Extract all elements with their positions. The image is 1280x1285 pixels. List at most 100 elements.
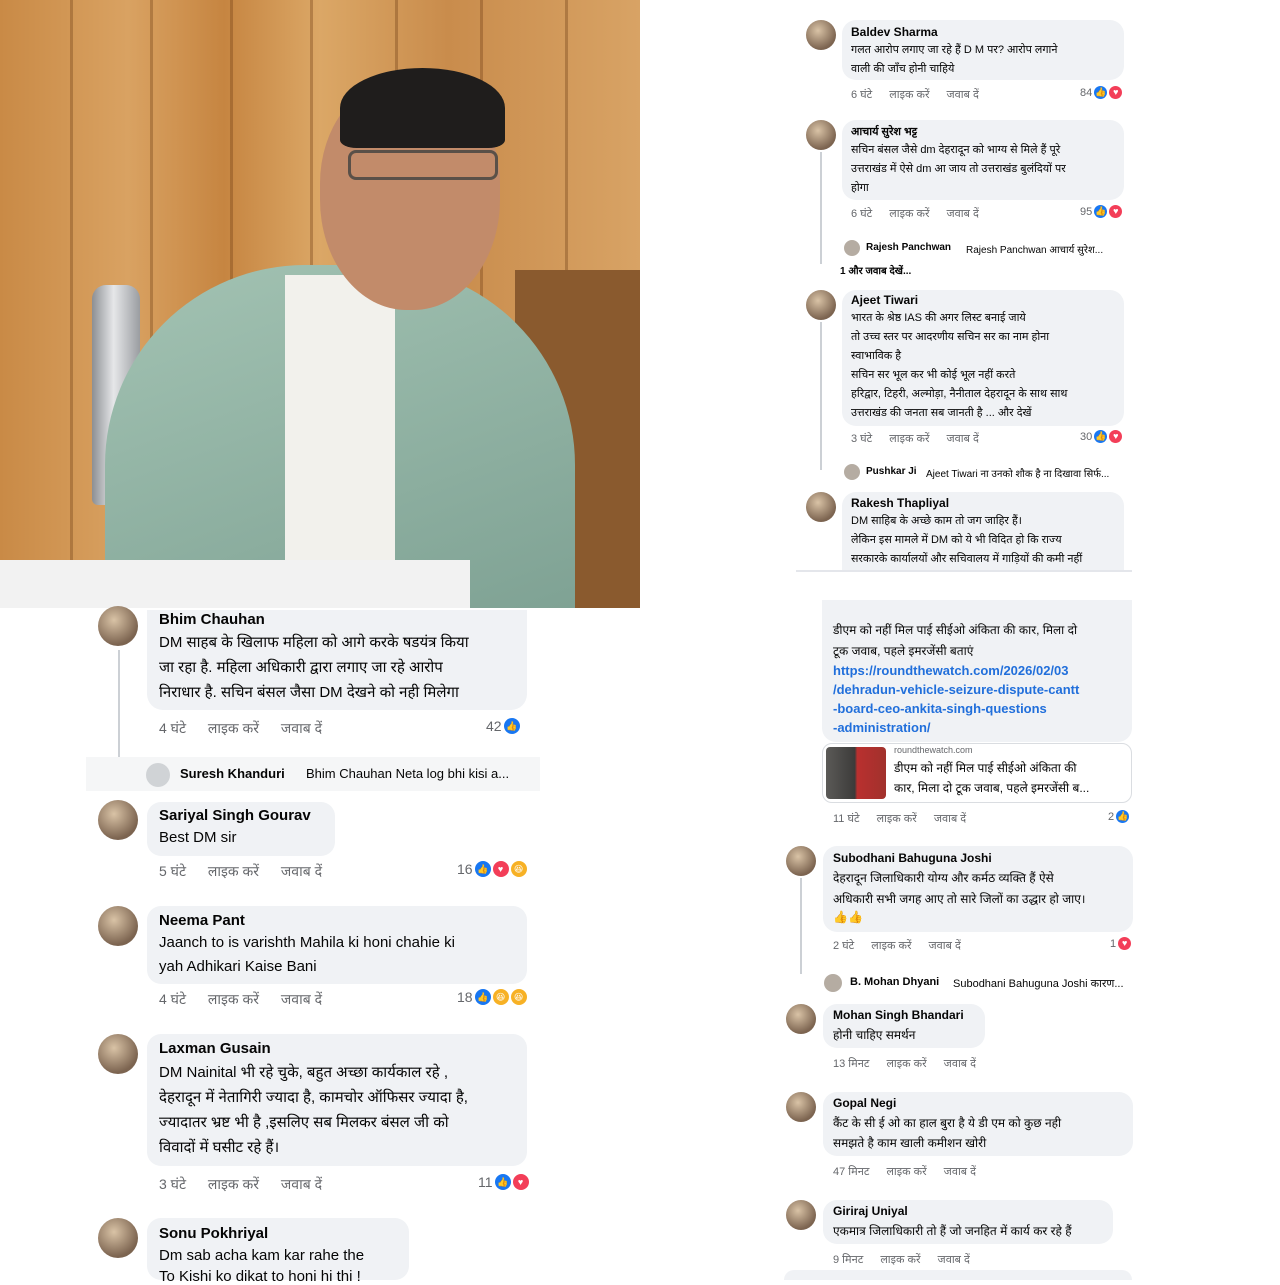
papers [0,560,470,608]
reaction-count[interactable]: 95 👍 ♥ [1080,205,1123,218]
reaction-count[interactable]: 16 👍 ♥ 😆 [457,861,527,877]
like-icon: 👍 [494,1174,511,1190]
reaction-count[interactable]: 42 👍 [486,718,520,734]
commenter-name[interactable]: Neema Pant [159,912,245,929]
commenter-name[interactable]: Bhim Chauhan [159,611,265,628]
like-button[interactable]: लाइक करें [208,862,259,881]
reaction-count[interactable]: 1 ♥ [1110,937,1132,950]
reply-author[interactable]: B. Mohan Dhyani [850,976,939,988]
post-link[interactable]: -administration/ [833,720,931,735]
post-link[interactable]: -board-ceo-ankita-singh-questions [833,701,1047,716]
reaction-count[interactable]: 18 👍 😆 😆 [457,989,527,1005]
reply-button[interactable]: जवाब दें [929,938,961,953]
reply-button[interactable]: जवाब दें [281,862,322,881]
like-button[interactable]: लाइक करें [208,719,259,738]
timestamp: 13 मिनट [833,1058,870,1070]
like-button[interactable]: लाइक करें [886,1056,926,1071]
reply-author[interactable]: Pushkar Ji [866,466,917,477]
like-button[interactable]: लाइक करें [208,990,259,1009]
like-button[interactable]: लाइक करें [871,938,911,953]
avatar[interactable] [98,606,138,646]
commenter-name[interactable]: Sariyal Singh Gourav [159,807,311,824]
avatar[interactable] [844,240,860,256]
reply-snippet: Subodhani Bahuguna Joshi कारण... [953,978,1124,990]
avatar[interactable] [844,464,860,480]
reply-button[interactable]: जवाब दें [281,1175,322,1194]
preview-title: डीएम को नहीं मिल पाई सीईओ अंकिता की [894,761,1077,775]
commenter-name[interactable]: आचार्य सुरेश भट्ट [851,124,917,139]
like-button[interactable]: लाइक करें [889,431,929,446]
reply-author[interactable]: Rajesh Panchwan [866,242,951,253]
reaction-number: 84 [1080,86,1093,99]
comment-meta: 13 मिनट लाइक करें जवाब दें [833,1056,976,1071]
like-button[interactable]: लाइक करें [880,1252,920,1267]
reaction-count[interactable]: 84 👍 ♥ [1080,86,1123,99]
avatar[interactable] [98,1034,138,1074]
commenter-name[interactable]: Rakesh Thapliyal [851,496,949,510]
reply-button[interactable]: जवाब दें [281,719,322,738]
timestamp: 3 घंटे [159,1176,187,1192]
avatar[interactable] [786,1092,816,1122]
reply-button[interactable]: जवाब दें [947,431,979,446]
reaction-count[interactable]: 30 👍 ♥ [1080,430,1123,443]
avatar[interactable] [786,1200,816,1230]
reply-preview[interactable]: Suresh Khanduri [180,766,285,781]
like-button[interactable]: लाइक करें [877,811,917,826]
avatar[interactable] [98,1218,138,1258]
user-icon[interactable] [146,763,170,787]
comment-text: To Kishi ko dikat to honi hi thi ! [159,1268,361,1285]
like-button[interactable]: लाइक करें [889,87,929,102]
reaction-count[interactable]: 2 👍 [1108,810,1130,823]
timestamp: 47 मिनट [833,1166,870,1178]
commenter-name[interactable]: Baldev Sharma [851,25,938,39]
avatar[interactable] [806,290,836,320]
commenter-name[interactable]: Ajeet Tiwari [851,293,918,307]
avatar[interactable] [98,800,138,840]
reply-button[interactable]: जवाब दें [934,811,966,826]
reply-button[interactable]: जवाब दें [281,990,322,1009]
reply-button[interactable]: जवाब दें [947,87,979,102]
comment-text[interactable]: उत्तराखंड की जनता सब जानती है ... और देख… [851,405,1032,420]
avatar[interactable] [786,846,816,876]
like-icon: 👍 [1094,86,1108,99]
avatar[interactable] [786,1004,816,1034]
timestamp: 2 घंटे [833,940,855,952]
avatar[interactable] [806,20,836,50]
avatar[interactable] [98,906,138,946]
view-more-replies[interactable]: 1 और जवाब देखें... [840,263,911,277]
comment-text: yah Adhikari Kaise Bani [159,958,317,975]
reply-snippet: Rajesh Panchwan आचार्य सुरेश... [966,245,1104,256]
comment-text: हरिद्वार, टिहरी, अल्मोड़ा, नैनीताल देहरा… [851,388,1068,400]
avatar[interactable] [806,492,836,522]
avatar[interactable] [806,120,836,150]
comment-meta: 5 घंटे लाइक करें जवाब दें [159,862,322,881]
commenter-name[interactable]: Laxman Gusain [159,1040,271,1057]
reply-preview[interactable]: Rajesh Panchwan [866,242,951,253]
reply-button[interactable]: जवाब दें [938,1252,970,1267]
commenter-name[interactable]: Subodhani Bahuguna Joshi [833,851,992,865]
timestamp: 5 घंटे [159,863,187,879]
commenter-name[interactable]: Giriraj Uniyal [833,1204,908,1218]
comment-meta: 4 घंटे लाइक करें जवाब दें [159,719,322,738]
haha-icon: 😆 [510,861,527,877]
like-icon: 👍 [503,718,520,734]
commenter-name[interactable]: Sonu Pokhriyal [159,1225,268,1242]
reply-author[interactable]: Suresh Khanduri [180,766,285,781]
reply-button[interactable]: जवाब दें [944,1056,976,1071]
like-icon: 👍 [1116,810,1130,823]
like-button[interactable]: लाइक करें [208,1175,259,1194]
reply-button[interactable]: जवाब दें [947,206,979,221]
reaction-number: 1 [1110,937,1117,950]
reaction-count[interactable]: 11 👍 ♥ [478,1174,529,1190]
post-link[interactable]: https://roundthewatch.com/2026/02/03 [833,663,1069,678]
comment-text: होनी चाहिए समर्थन [833,1028,916,1042]
commenter-name[interactable]: Mohan Singh Bhandari [833,1008,964,1022]
commenter-name[interactable]: Gopal Negi [833,1096,896,1110]
reply-button[interactable]: जवाब दें [944,1164,976,1179]
post-link[interactable]: /dehradun-vehicle-seizure-dispute-cantt [833,682,1079,697]
avatar[interactable] [824,974,842,992]
comment-text: Dm sab acha kam kar rahe the [159,1247,365,1264]
like-button[interactable]: लाइक करें [886,1164,926,1179]
timestamp: 6 घंटे [851,89,873,101]
like-button[interactable]: लाइक करें [889,206,929,221]
